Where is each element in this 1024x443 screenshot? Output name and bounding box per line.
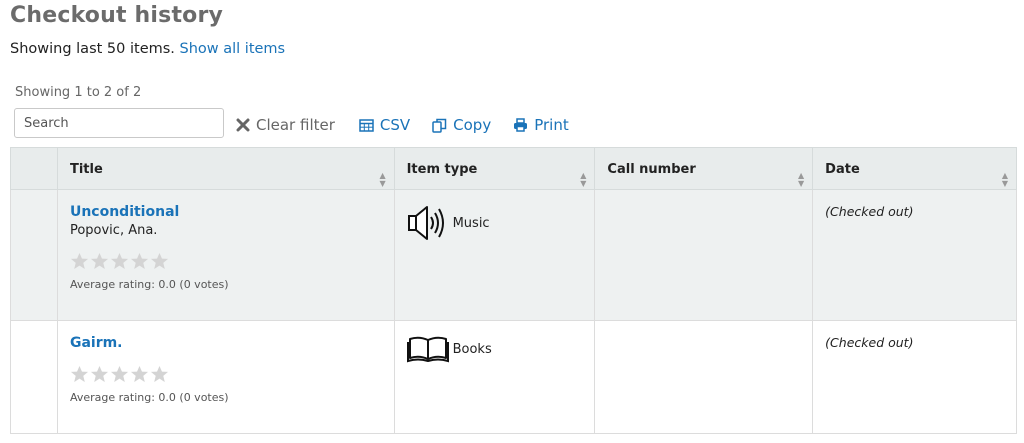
title-cell: Gairm. Average rating: 0.0 (0 votes) [56,320,395,434]
checkout-history-table: Title ▲ ▼ Item type ▲ ▼ Call number ▲ ▼ Dat… [10,147,1017,434]
column-header-item-type-label: Item type [406,162,478,177]
clear-filter-label: Clear filter [256,116,335,134]
book-icon [406,336,449,363]
sort-icon: ▲ ▼ [1001,171,1008,188]
sort-icon: ▲ ▼ [798,171,805,188]
cover-cell [10,189,58,321]
copy-icon [432,118,447,133]
star-icon[interactable] [150,252,169,270]
close-icon [236,118,250,132]
column-header-call-number[interactable]: Call number ▲ ▼ [594,147,814,190]
call-number-cell [594,320,814,434]
item-type-cell: Music [393,189,596,321]
item-type-cell: Books [393,320,596,434]
star-icon[interactable] [130,252,149,270]
average-rating-text: Average rating: 0.0 (0 votes) [69,278,229,291]
showing-last-line: Showing last 50 items. Show all items [10,41,285,57]
star-icon[interactable] [130,365,149,383]
printer-icon [514,118,528,132]
column-header-date[interactable]: Date ▲ ▼ [812,147,1017,190]
column-header-item-type[interactable]: Item type ▲ ▼ [393,147,596,190]
showing-last-text: Showing last 50 items. [10,41,175,57]
cover-cell [10,320,58,434]
title-cell: Unconditional Popovic, Ana. Average rati… [56,189,395,321]
column-header-title[interactable]: Title ▲ ▼ [56,147,395,190]
show-all-items-link[interactable]: Show all items [180,41,286,57]
call-number-cell [594,189,814,321]
star-rating [70,365,382,383]
column-header-cover [10,147,58,190]
csv-label: CSV [379,116,411,134]
date-cell: (Checked out) [812,320,1017,434]
clear-filter-button[interactable]: Clear filter [236,116,335,134]
star-icon[interactable] [70,252,89,270]
checkout-history-page: Checkout history Showing last 50 items. … [0,0,1024,443]
star-icon[interactable] [110,252,129,270]
print-label: Print [534,116,569,134]
table-icon [359,118,374,132]
table-info: Showing 1 to 2 of 2 [15,85,142,100]
csv-button[interactable]: CSV [359,116,410,134]
table-row: Gairm. Average rating: 0.0 (0 votes) Boo… [10,320,1017,434]
item-author: Popovic, Ana. [69,223,158,238]
star-rating [70,252,382,270]
star-icon[interactable] [90,365,109,383]
item-title-link[interactable]: Unconditional [70,204,179,220]
search-input[interactable] [14,108,224,138]
print-button[interactable]: Print [513,116,569,134]
column-header-title-label: Title [69,162,103,177]
copy-button[interactable]: Copy [432,116,491,134]
item-title-link[interactable]: Gairm. [70,335,123,351]
star-icon[interactable] [70,365,89,383]
table-header-row: Title ▲ ▼ Item type ▲ ▼ Call number ▲ ▼ Dat… [10,147,1017,190]
column-header-date-label: Date [825,162,860,177]
sort-icon: ▲ ▼ [379,171,386,188]
item-type-label: Books [452,341,492,357]
checkout-status: (Checked out) [825,335,914,350]
table-row: Unconditional Popovic, Ana. Average rati… [10,189,1017,321]
star-icon[interactable] [90,252,109,270]
sort-icon: ▲ ▼ [580,171,587,188]
speaker-icon [407,206,444,240]
star-icon[interactable] [150,365,169,383]
copy-label: Copy [453,116,492,134]
column-header-call-number-label: Call number [607,162,696,177]
average-rating-text: Average rating: 0.0 (0 votes) [69,391,229,404]
page-title: Checkout history [10,3,224,28]
date-cell: (Checked out) [812,189,1017,321]
table-toolbar: Clear filter CSV Copy Print [236,116,591,134]
item-type-label: Music [452,215,490,231]
checkout-status: (Checked out) [825,204,914,219]
star-icon[interactable] [110,365,129,383]
